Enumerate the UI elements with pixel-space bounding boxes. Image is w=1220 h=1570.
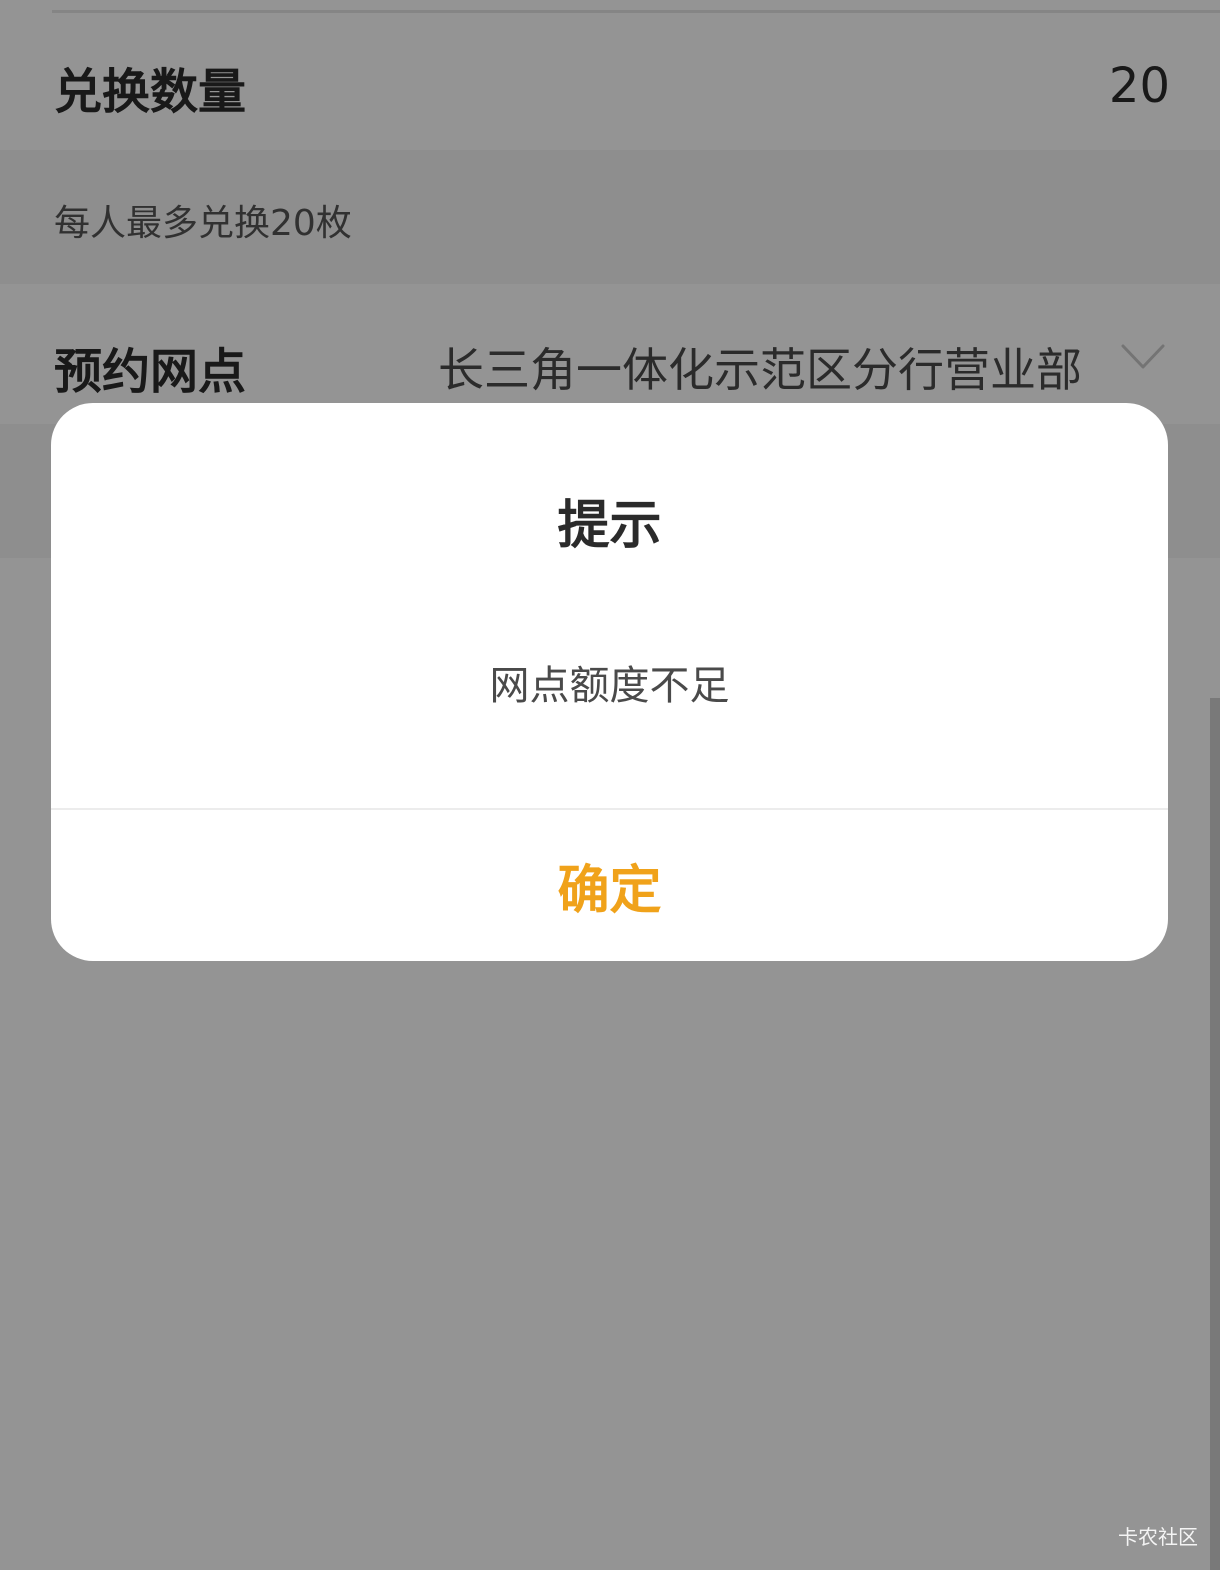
watermark: 卡农社区 (1118, 1525, 1198, 1549)
dialog-title: 提示 (557, 496, 662, 556)
alert-dialog: 提示 网点额度不足 确定 (51, 403, 1168, 961)
scrollbar[interactable] (1210, 698, 1220, 1570)
dialog-message: 网点额度不足 (489, 663, 730, 709)
confirm-button[interactable]: 确定 (51, 810, 1168, 961)
